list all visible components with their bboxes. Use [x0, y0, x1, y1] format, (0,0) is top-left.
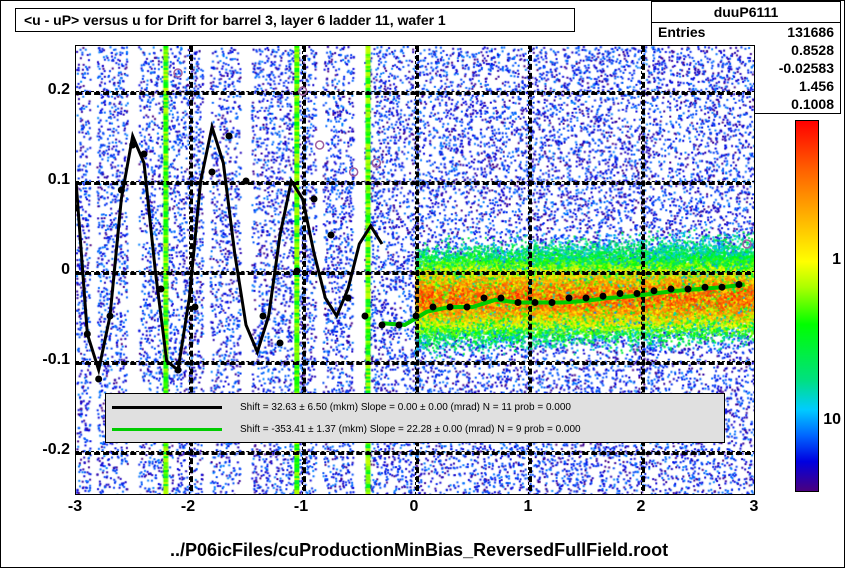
stats-value: 0.1008: [791, 95, 834, 113]
stats-value: 0.8528: [791, 41, 834, 59]
colorbar-gradient: [796, 121, 818, 491]
legend-row: Shift = -353.41 ± 1.37 (mkm) Slope = 22.…: [112, 424, 718, 435]
chart-title-text: <u - uP> versus u for Drift for barrel 3…: [24, 12, 446, 28]
x-tick: -1: [294, 498, 308, 516]
x-tick: 1: [524, 498, 533, 516]
stats-value: 1.456: [799, 77, 834, 95]
colorbar: [795, 120, 819, 492]
y-tick: -0.1: [42, 351, 70, 369]
x-tick: 0: [410, 498, 419, 516]
colorbar-tick: 1: [832, 251, 841, 269]
legend-swatch-green: [112, 428, 222, 431]
stats-row-entries: Entries 131686: [652, 23, 840, 41]
stats-hist-name: duuP6111: [652, 2, 840, 23]
y-tick: -0.2: [42, 441, 70, 459]
y-tick: 0.2: [48, 81, 70, 99]
y-tick: 0: [61, 261, 70, 279]
legend-row: Shift = 32.63 ± 6.50 (mkm) Slope = 0.00 …: [112, 402, 718, 413]
fit-legend: Shift = 32.63 ± 6.50 (mkm) Slope = 0.00 …: [105, 393, 725, 443]
legend-swatch-black: [112, 406, 222, 409]
legend-text: Shift = 32.63 ± 6.50 (mkm) Slope = 0.00 …: [240, 402, 571, 413]
stats-value: 131686: [787, 23, 834, 41]
colorbar-tick: 10: [823, 411, 841, 429]
stats-value: -0.02583: [779, 59, 834, 77]
chart-title: <u - uP> versus u for Drift for barrel 3…: [15, 8, 575, 32]
x-tick: -2: [181, 498, 195, 516]
x-tick: 3: [750, 498, 759, 516]
file-caption: ../P06icFiles/cuProductionMinBias_Revers…: [170, 540, 668, 561]
x-tick: 2: [637, 498, 646, 516]
x-tick: -3: [68, 498, 82, 516]
stats-label: Entries: [658, 23, 705, 41]
y-tick: 0.1: [48, 171, 70, 189]
legend-text: Shift = -353.41 ± 1.37 (mkm) Slope = 22.…: [240, 424, 581, 435]
